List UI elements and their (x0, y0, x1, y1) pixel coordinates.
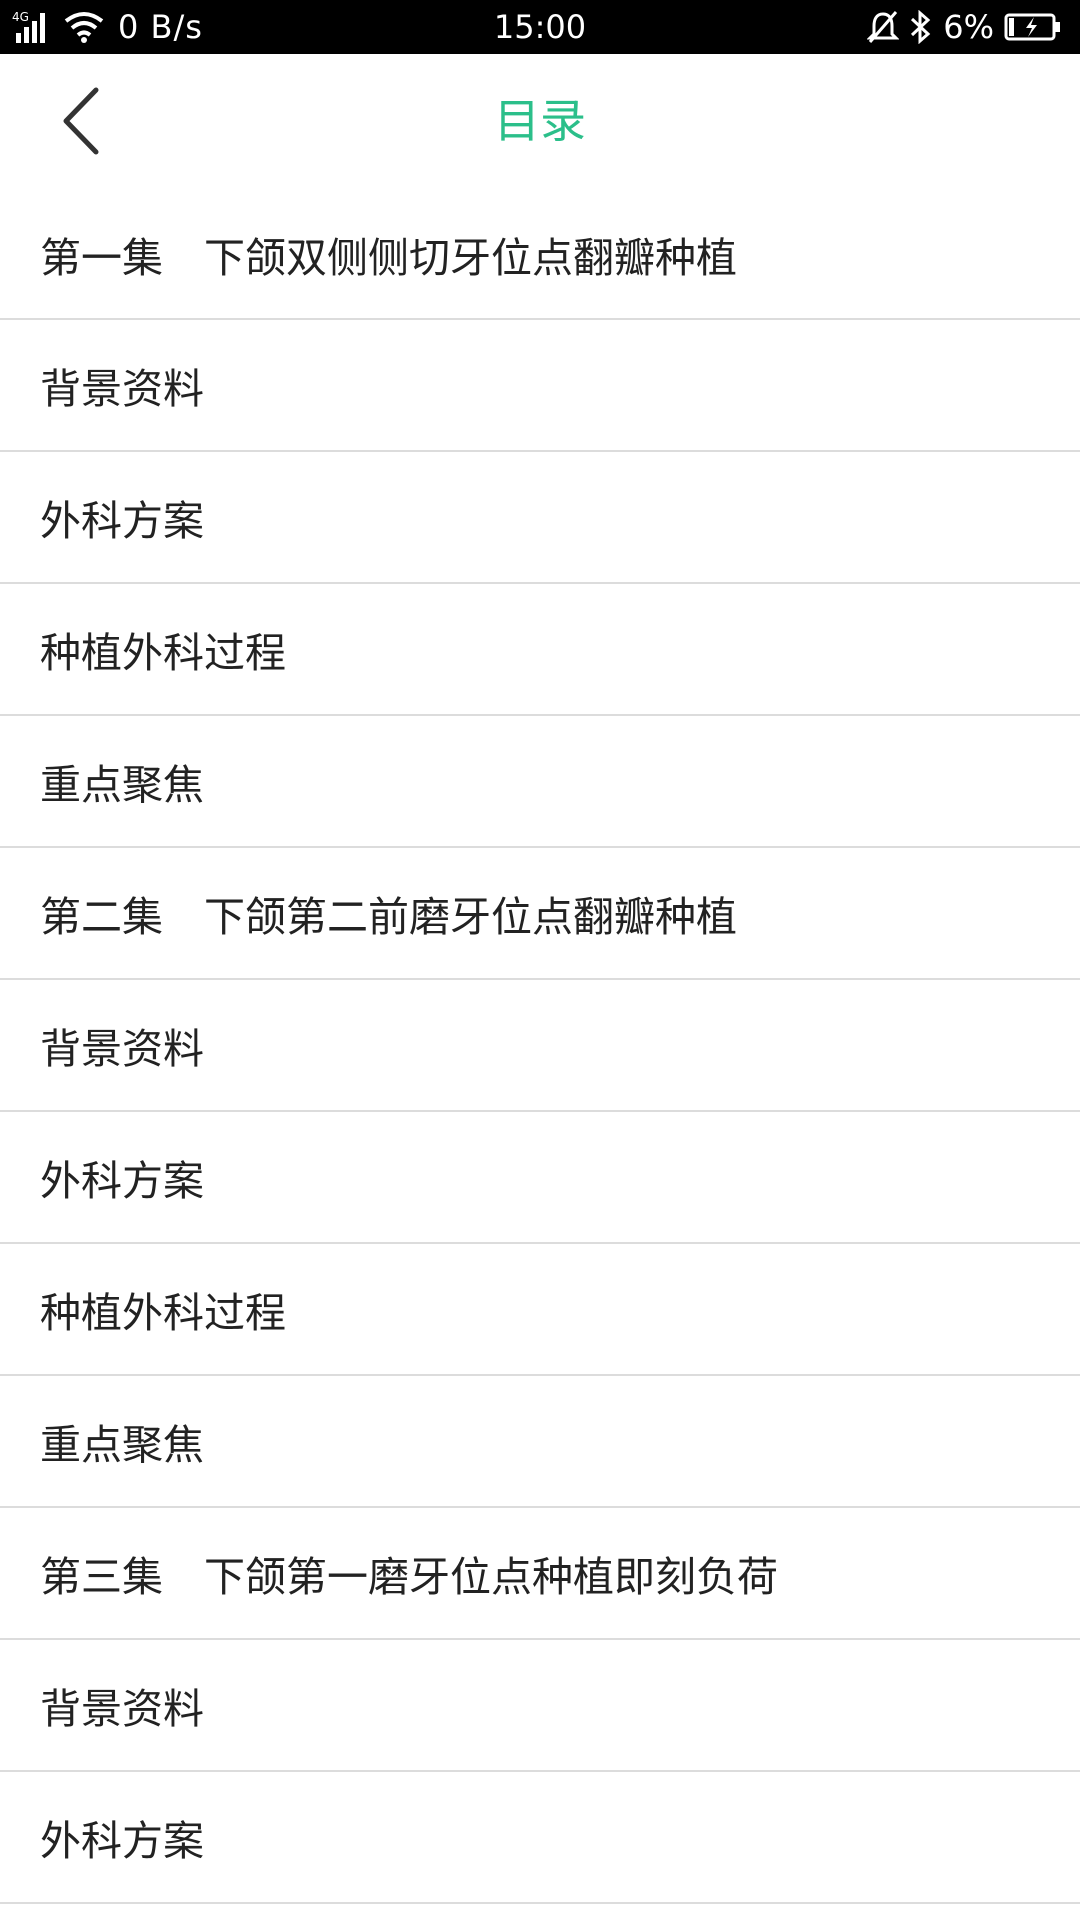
mute-bell-icon (867, 10, 900, 44)
page-title: 目录 (494, 94, 586, 148)
toc-item[interactable]: 重点聚焦 (0, 1376, 1080, 1508)
toc-item-episode-3[interactable]: 第三集 下颌第一磨牙位点种植即刻负荷 (0, 1508, 1080, 1640)
status-bar: 4G 0 B/s 15:00 6% (0, 0, 1080, 54)
battery-charging-icon (1004, 12, 1062, 42)
toc-item-episode-2[interactable]: 第二集 下颌第二前磨牙位点翻瓣种植 (0, 848, 1080, 980)
toc-item[interactable]: 外科方案 (0, 1112, 1080, 1244)
toc-item[interactable]: 种植外科过程 (0, 1244, 1080, 1376)
toc-item[interactable]: 背景资料 (0, 1640, 1080, 1772)
toc-item[interactable]: 外科方案 (0, 1772, 1080, 1904)
bluetooth-icon (909, 10, 933, 44)
toc-item[interactable]: 背景资料 (0, 320, 1080, 452)
toc-list: 第一集 下颌双侧侧切牙位点翻瓣种植 背景资料 外科方案 种植外科过程 重点聚焦 … (0, 189, 1080, 1904)
toc-item-episode-1[interactable]: 第一集 下颌双侧侧切牙位点翻瓣种植 (0, 189, 1080, 320)
toc-item[interactable]: 种植外科过程 (0, 584, 1080, 716)
battery-percent: 6% (943, 8, 994, 46)
header: 目录 (0, 54, 1080, 189)
toc-item[interactable]: 外科方案 (0, 452, 1080, 584)
toc-item[interactable]: 背景资料 (0, 980, 1080, 1112)
toc-item[interactable]: 重点聚焦 (0, 716, 1080, 848)
status-right: 6% (867, 0, 1062, 54)
